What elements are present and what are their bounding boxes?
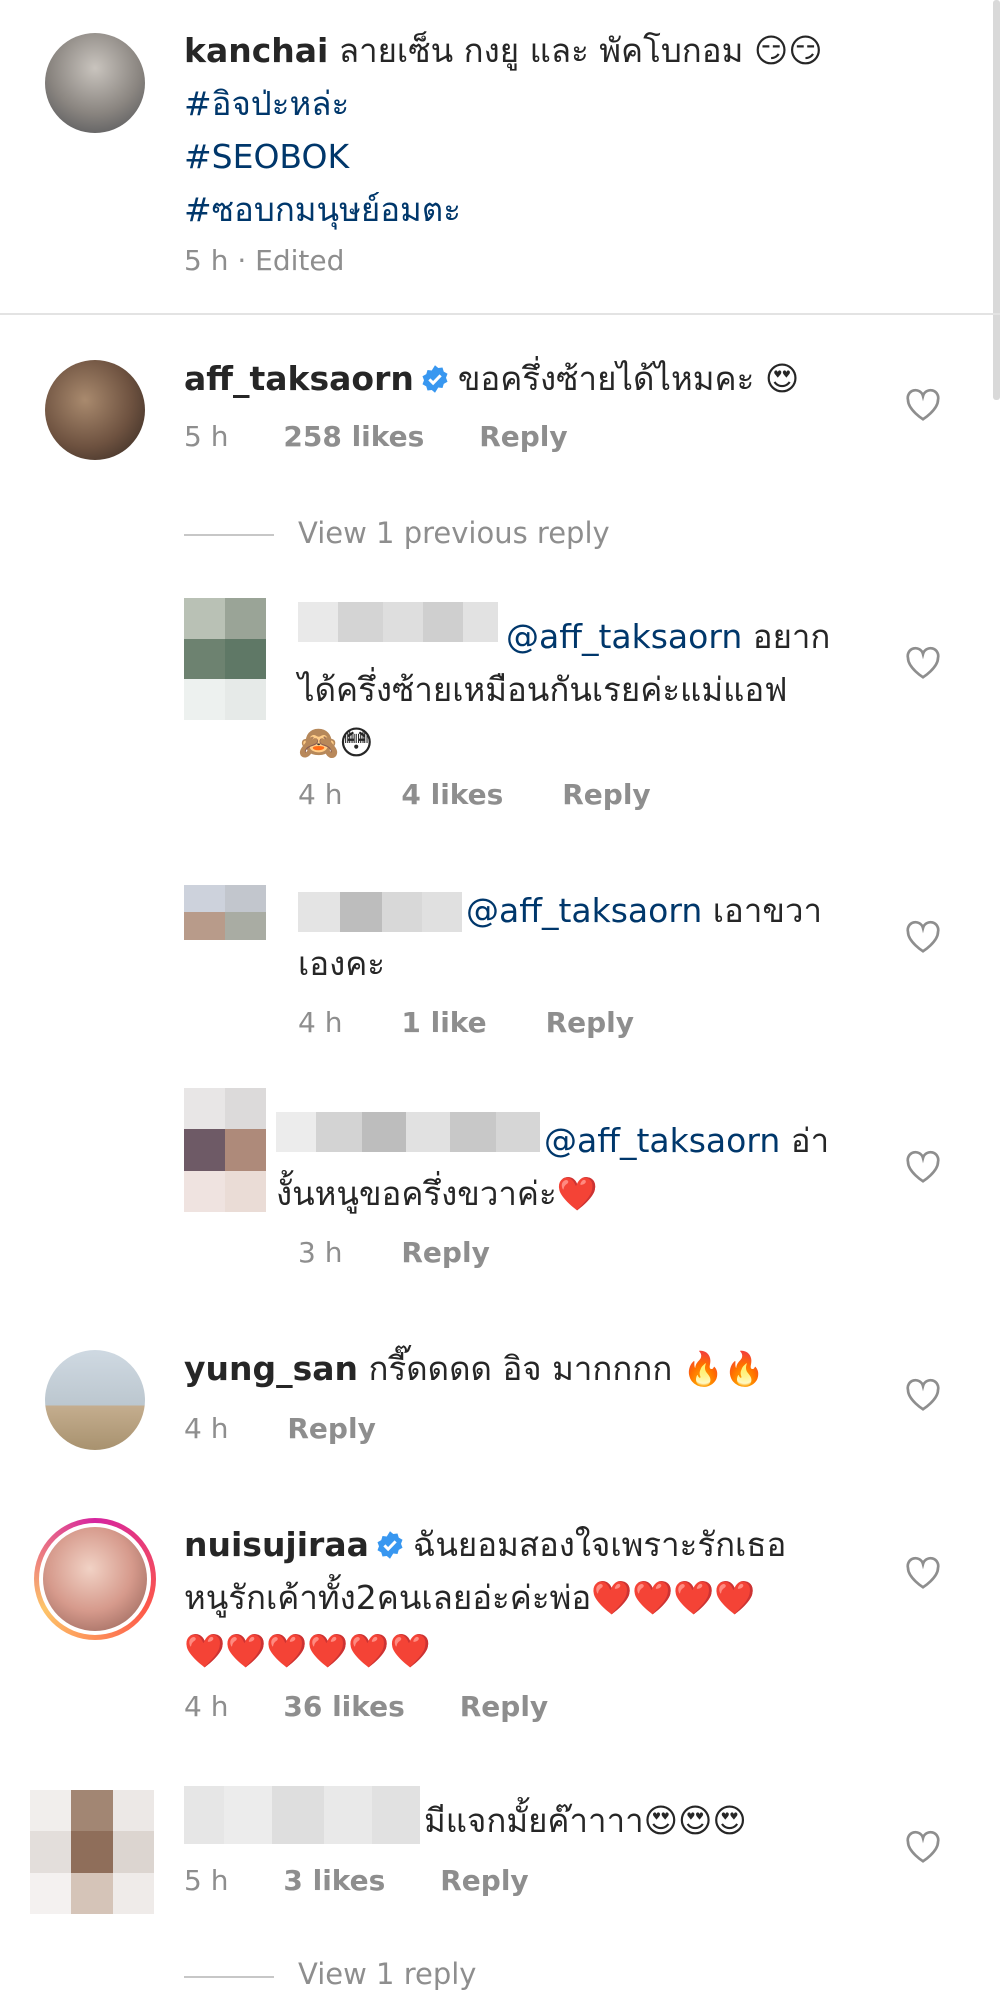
view-replies-line (184, 1976, 274, 1978)
caption-username[interactable]: kanchai (184, 31, 328, 70)
comment-text: yung_san กรี๊ดดดด อิจ มากกกก 🔥🔥 (184, 1342, 924, 1395)
comment-body: กรี๊ดดดด อิจ มากกกก 🔥🔥 (368, 1349, 765, 1388)
comment-time: 5 h (184, 1864, 229, 1897)
comment-time: 5 h (184, 420, 229, 453)
comment-text: aff_taksaorn ขอครึ่งซ้ายได้ไหมคะ 😍 (184, 352, 924, 405)
reply-button[interactable]: Reply (562, 778, 650, 811)
avatar[interactable] (184, 598, 266, 720)
comment-time: 3 h (298, 1236, 343, 1269)
comment-username[interactable]: yung_san (184, 1349, 358, 1388)
reply-button[interactable]: Reply (460, 1690, 548, 1723)
comment-body: ได้ครึ่งซ้ายเหมือนกันเรยค่ะแม่แอฟ (298, 670, 788, 709)
mention-link[interactable]: @aff_taksaorn (466, 891, 702, 930)
comment-body: ขอครึ่งซ้ายได้ไหมคะ 😍 (457, 359, 800, 398)
caption-body: ลายเซ็น กงยู และ พัคโบกอม 😏😏 (338, 31, 823, 70)
likes-count[interactable]: 3 likes (283, 1864, 385, 1897)
mention-link[interactable]: @aff_taksaorn (544, 1121, 780, 1160)
comment-meta: 4 h 4 likes Reply (298, 778, 651, 811)
mention-link[interactable]: @aff_taksaorn (506, 617, 742, 656)
hashtag-link[interactable]: #SEOBOK (184, 137, 349, 176)
comment-time: 4 h (184, 1412, 229, 1445)
comment-body: มีแจกมั้ยค๊าาาา😍😍😍 (424, 1801, 747, 1840)
comment-emoji: 🙈😳 (298, 723, 374, 762)
hashtag-link[interactable]: #อิจป่ะหล่ะ (184, 84, 349, 123)
comment-text: มีแจกมั้ยค๊าาาา😍😍😍 (424, 1794, 924, 1847)
reply-button[interactable]: Reply (546, 1006, 634, 1039)
avatar[interactable] (45, 360, 145, 460)
view-replies-button[interactable]: View 1 reply (298, 1957, 476, 1991)
avatar[interactable] (34, 1518, 156, 1640)
likes-count[interactable]: 258 likes (283, 420, 424, 453)
comment-time: 4 h (184, 1690, 229, 1723)
heart-icon[interactable] (905, 1378, 941, 1412)
comment-text: nuisujiraa ฉันยอมสองใจเพราะรักเธอ หนูรักเ… (184, 1525, 787, 1670)
avatar[interactable] (184, 1088, 266, 1212)
verified-badge-icon (422, 365, 448, 393)
comment-text: @aff_taksaorn อยาก ได้ครึ่งซ้ายเหมือนกัน… (298, 617, 831, 762)
view-previous-reply[interactable]: View 1 previous reply (298, 516, 610, 550)
comment-time: 4 h (298, 778, 343, 811)
comment-body: ฉันยอมสองใจเพราะรักเธอ (412, 1525, 787, 1564)
comment-username[interactable]: nuisujiraa (184, 1525, 369, 1564)
avatar[interactable] (30, 1790, 154, 1914)
heart-icon[interactable] (905, 1556, 941, 1590)
comment-meta: 4 h 36 likes Reply (184, 1690, 548, 1723)
hashtag-link[interactable]: #ซอบกมนุษย์อมตะ (184, 190, 461, 229)
avatar[interactable] (184, 885, 266, 967)
blurred-username (184, 1786, 420, 1844)
heart-icon[interactable] (905, 1150, 941, 1184)
comment-text: @aff_taksaorn เอาขวา เองคะ (298, 891, 822, 983)
comment-meta: 4 h Reply (184, 1412, 376, 1445)
comment-body: เองคะ (298, 944, 386, 983)
likes-count[interactable]: 4 likes (401, 778, 503, 811)
likes-count[interactable]: 36 likes (283, 1690, 404, 1723)
comment-meta: 5 h 3 likes Reply (184, 1864, 529, 1897)
comment-meta: 5 h 258 likes Reply (184, 420, 568, 453)
heart-icon[interactable] (905, 920, 941, 954)
view-replies-line (184, 534, 274, 536)
comment-meta: 3 h Reply (298, 1236, 490, 1269)
heart-icon[interactable] (905, 388, 941, 422)
comment-body: งั้นหนูขอครึ่งขวาค่ะ❤️ (276, 1174, 598, 1213)
caption-text: kanchai ลายเซ็น กงยู และ พัคโบกอม 😏😏 #อิ… (184, 24, 944, 236)
heart-icon[interactable] (905, 646, 941, 680)
reply-button[interactable]: Reply (479, 420, 567, 453)
comment-time: 4 h (298, 1006, 343, 1039)
comment-text: @aff_taksaorn อ่า งั้นหนูขอครึ่งขวาค่ะ❤️ (276, 1121, 830, 1213)
comment-meta: 4 h 1 like Reply (298, 1006, 634, 1039)
reply-button[interactable]: Reply (287, 1412, 375, 1445)
avatar[interactable] (45, 33, 145, 133)
comment-username[interactable]: aff_taksaorn (184, 359, 414, 398)
reply-button[interactable]: Reply (440, 1864, 528, 1897)
scrollbar[interactable] (993, 0, 1000, 400)
avatar[interactable] (45, 1350, 145, 1450)
heart-icon[interactable] (905, 1830, 941, 1864)
divider (0, 313, 1000, 315)
verified-badge-icon (377, 1531, 403, 1559)
caption-meta: 5 h · Edited (184, 244, 345, 277)
reply-button[interactable]: Reply (401, 1236, 489, 1269)
likes-count[interactable]: 1 like (401, 1006, 486, 1039)
